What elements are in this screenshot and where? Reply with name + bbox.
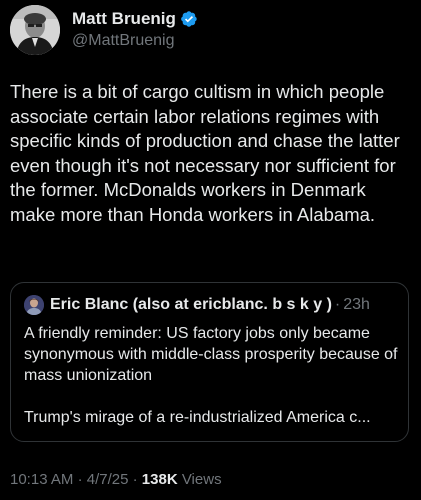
quoted-timestamp: 23h: [343, 296, 370, 313]
quoted-display-name: Eric Blanc (also at ericblanc. b s k y ): [50, 296, 332, 313]
quoted-separator: ·: [334, 296, 341, 313]
author-display-name[interactable]: Matt Bruenig: [72, 8, 176, 29]
quoted-avatar-portrait-icon: [24, 295, 44, 315]
quoted-post-card[interactable]: Eric Blanc (also at ericblanc. b s k y )…: [10, 282, 409, 442]
avatar-portrait-icon: [10, 5, 60, 55]
meta-separator: ·: [77, 471, 83, 488]
meta-separator: ·: [132, 471, 138, 488]
views-count[interactable]: 138K: [142, 471, 178, 488]
post-text: There is a bit of cargo cultism in which…: [10, 81, 400, 225]
post-time[interactable]: 10:13 AM: [10, 471, 73, 488]
avatar[interactable]: [10, 5, 60, 55]
verified-badge-icon[interactable]: [180, 10, 198, 28]
quoted-post-header: Eric Blanc (also at ericblanc. b s k y )…: [24, 295, 370, 315]
views-label: Views: [181, 471, 222, 488]
post-header: Matt Bruenig @MattBruenig: [10, 4, 198, 56]
quoted-post-text: A friendly reminder: US factory jobs onl…: [24, 323, 404, 428]
author-handle[interactable]: @MattBruenig: [72, 30, 198, 52]
quoted-paragraph-1: A friendly reminder: US factory jobs onl…: [24, 325, 398, 384]
post-date[interactable]: 4/7/25: [87, 471, 129, 488]
quoted-avatar: [24, 295, 44, 315]
quoted-paragraph-2: Trump's mirage of a re-industrialized Am…: [24, 409, 371, 426]
post-meta: 10:13 AM · 4/7/25 · 138K Views: [10, 470, 222, 490]
